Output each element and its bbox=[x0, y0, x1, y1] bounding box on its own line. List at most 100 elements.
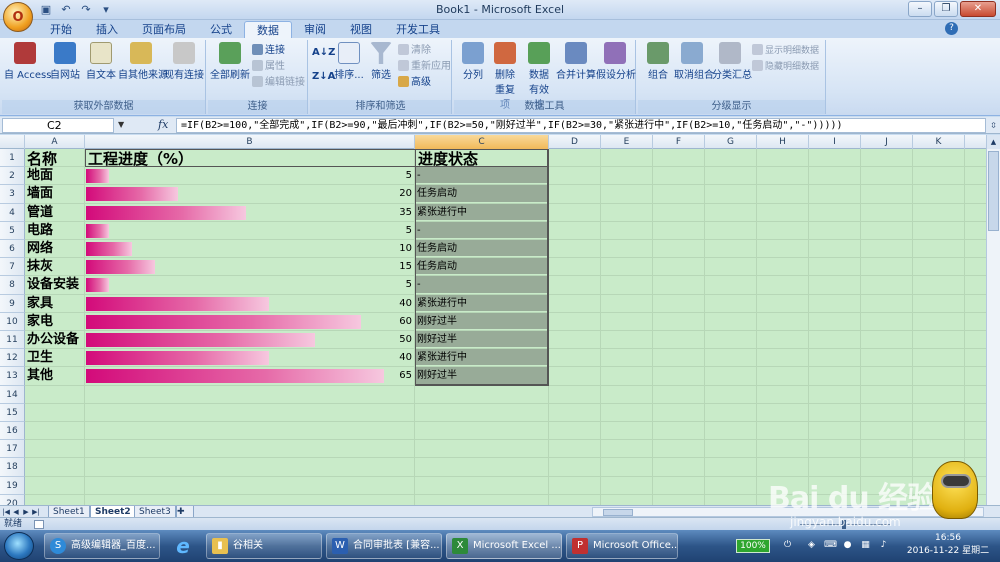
cell-progress-value[interactable]: 5 bbox=[85, 222, 415, 240]
taskbar-item-browser[interactable]: S 高级编辑器_百度... bbox=[44, 533, 160, 559]
first-sheet-icon[interactable]: |◀ bbox=[2, 507, 10, 517]
cell-progress-value[interactable]: 65 bbox=[85, 367, 415, 385]
row-header-2[interactable]: 2 bbox=[0, 167, 25, 186]
close-button[interactable]: ✕ bbox=[960, 1, 996, 17]
cell-name[interactable]: 管道 bbox=[25, 204, 85, 222]
name-box-dropdown-icon[interactable]: ▼ bbox=[118, 120, 124, 129]
cell-name[interactable]: 卫生 bbox=[25, 349, 85, 367]
cell-name[interactable]: 抹灰 bbox=[25, 258, 85, 276]
edit-links-button[interactable]: 编辑链接 bbox=[252, 76, 305, 90]
cell-status[interactable]: 紧张进行中 bbox=[415, 294, 548, 312]
cell-progress-value[interactable]: 10 bbox=[85, 240, 415, 258]
tab-data[interactable]: 数据 bbox=[244, 21, 292, 38]
row-header-9[interactable]: 9 bbox=[0, 294, 25, 313]
from-web-button[interactable]: 自网站 bbox=[46, 42, 84, 81]
tab-formulas[interactable]: 公式 bbox=[198, 21, 244, 38]
row-header-13[interactable]: 13 bbox=[0, 367, 25, 386]
sort-ascending-button[interactable]: A↓Z bbox=[312, 46, 335, 60]
cell-status[interactable]: 紧张进行中 bbox=[415, 203, 548, 221]
what-if-button[interactable]: 假设分析 bbox=[596, 42, 636, 81]
row-header-1[interactable]: 1 bbox=[0, 149, 25, 168]
network-icon[interactable]: ▦ bbox=[860, 540, 871, 551]
row-header-10[interactable]: 10 bbox=[0, 312, 25, 331]
column-header-c[interactable]: C bbox=[415, 135, 549, 149]
cell-status[interactable]: 任务启动 bbox=[415, 240, 548, 258]
tab-page-layout[interactable]: 页面布局 bbox=[130, 21, 198, 38]
column-header-g[interactable]: G bbox=[705, 135, 757, 149]
zoom-slider[interactable] bbox=[780, 520, 910, 529]
header-cell-progress[interactable]: 工程进度（%） bbox=[88, 150, 418, 168]
help-icon[interactable]: ? bbox=[945, 22, 958, 35]
row-header-14[interactable]: 14 bbox=[0, 385, 25, 404]
row-header-17[interactable]: 17 bbox=[0, 440, 25, 459]
taskbar-item-folder[interactable]: ▮ 谷相关 bbox=[206, 533, 322, 559]
advanced-button[interactable]: 高级 bbox=[398, 76, 431, 90]
column-header-d[interactable]: D bbox=[549, 135, 601, 149]
qq-icon[interactable]: ● bbox=[842, 540, 853, 551]
tab-insert[interactable]: 插入 bbox=[84, 21, 130, 38]
vertical-scrollbar[interactable]: ▲ bbox=[986, 135, 1000, 505]
restore-button[interactable]: ❐ bbox=[934, 1, 958, 17]
battery-indicator[interactable]: 100% bbox=[736, 539, 770, 553]
cell-name[interactable]: 办公设备 bbox=[25, 331, 85, 349]
select-all-corner[interactable] bbox=[0, 135, 25, 149]
row-header-18[interactable]: 18 bbox=[0, 458, 25, 477]
cell-status[interactable]: 刚好过半 bbox=[415, 367, 548, 385]
cell-name[interactable]: 网络 bbox=[25, 240, 85, 258]
cell-progress-value[interactable]: 40 bbox=[85, 349, 415, 367]
cell-status[interactable]: - bbox=[415, 276, 548, 294]
cell-status[interactable]: 刚好过半 bbox=[415, 331, 548, 349]
from-access-button[interactable]: 自 Access bbox=[4, 42, 51, 81]
last-sheet-icon[interactable]: ▶| bbox=[32, 507, 40, 517]
connections-button[interactable]: 连接 bbox=[252, 44, 285, 58]
cell-status[interactable]: 任务启动 bbox=[415, 258, 548, 276]
row-header-12[interactable]: 12 bbox=[0, 349, 25, 368]
cell-status[interactable]: 紧张进行中 bbox=[415, 349, 548, 367]
row-header-4[interactable]: 4 bbox=[0, 203, 25, 222]
power-icon[interactable]: ⏻ bbox=[782, 540, 793, 551]
row-header-16[interactable]: 16 bbox=[0, 422, 25, 441]
cell-progress-value[interactable]: 35 bbox=[85, 204, 415, 222]
taskbar-item-word[interactable]: W 合同审批表 [兼容... bbox=[326, 533, 442, 559]
column-header-e[interactable]: E bbox=[601, 135, 653, 149]
ie-pin[interactable]: e bbox=[164, 533, 202, 559]
from-text-button[interactable]: 自文本 bbox=[84, 42, 118, 81]
hide-detail-button[interactable]: 隐藏明细数据 bbox=[752, 60, 819, 74]
row-header-8[interactable]: 8 bbox=[0, 276, 25, 295]
cell-name[interactable]: 电路 bbox=[25, 222, 85, 240]
taskbar-item-office[interactable]: P Microsoft Office... bbox=[566, 533, 678, 559]
cell-name[interactable]: 墙面 bbox=[25, 185, 85, 203]
cell-name[interactable]: 其他 bbox=[25, 367, 85, 385]
tab-home[interactable]: 开始 bbox=[38, 21, 84, 38]
tab-review[interactable]: 审阅 bbox=[292, 21, 338, 38]
cell-progress-value[interactable]: 60 bbox=[85, 313, 415, 331]
show-detail-button[interactable]: 显示明细数据 bbox=[752, 44, 819, 58]
horizontal-scrollbar[interactable] bbox=[592, 507, 984, 517]
cell-name[interactable]: 家电 bbox=[25, 313, 85, 331]
filter-button[interactable]: 筛选 bbox=[366, 42, 396, 81]
row-header-7[interactable]: 7 bbox=[0, 258, 25, 277]
properties-button[interactable]: 属性 bbox=[252, 60, 285, 74]
from-other-sources-button[interactable]: 自其他来源 bbox=[118, 42, 168, 81]
name-box[interactable]: C2 bbox=[2, 118, 114, 133]
next-sheet-icon[interactable]: ▶ bbox=[22, 507, 30, 517]
taskbar-item-excel[interactable]: X Microsoft Excel ... bbox=[446, 533, 562, 559]
cell-name[interactable]: 地面 bbox=[25, 167, 85, 185]
tab-developer[interactable]: 开发工具 bbox=[384, 21, 452, 38]
cell-status[interactable]: - bbox=[415, 167, 548, 185]
column-header-i[interactable]: I bbox=[809, 135, 861, 149]
column-header-h[interactable]: H bbox=[757, 135, 809, 149]
column-header-k[interactable]: K bbox=[913, 135, 965, 149]
row-header-19[interactable]: 19 bbox=[0, 476, 25, 495]
row-header-6[interactable]: 6 bbox=[0, 240, 25, 259]
text-to-columns-button[interactable]: 分列 bbox=[458, 42, 488, 81]
cell-progress-value[interactable]: 50 bbox=[85, 331, 415, 349]
row-header-3[interactable]: 3 bbox=[0, 185, 25, 204]
zoom-thumb[interactable] bbox=[842, 520, 846, 529]
cell-progress-value[interactable]: 20 bbox=[85, 185, 415, 203]
cell-progress-value[interactable]: 5 bbox=[85, 167, 415, 185]
cell-name[interactable]: 家具 bbox=[25, 295, 85, 313]
insert-function-icon[interactable]: fx bbox=[158, 118, 168, 131]
sort-button[interactable]: 排序... bbox=[334, 42, 364, 81]
cell-progress-value[interactable]: 15 bbox=[85, 258, 415, 276]
